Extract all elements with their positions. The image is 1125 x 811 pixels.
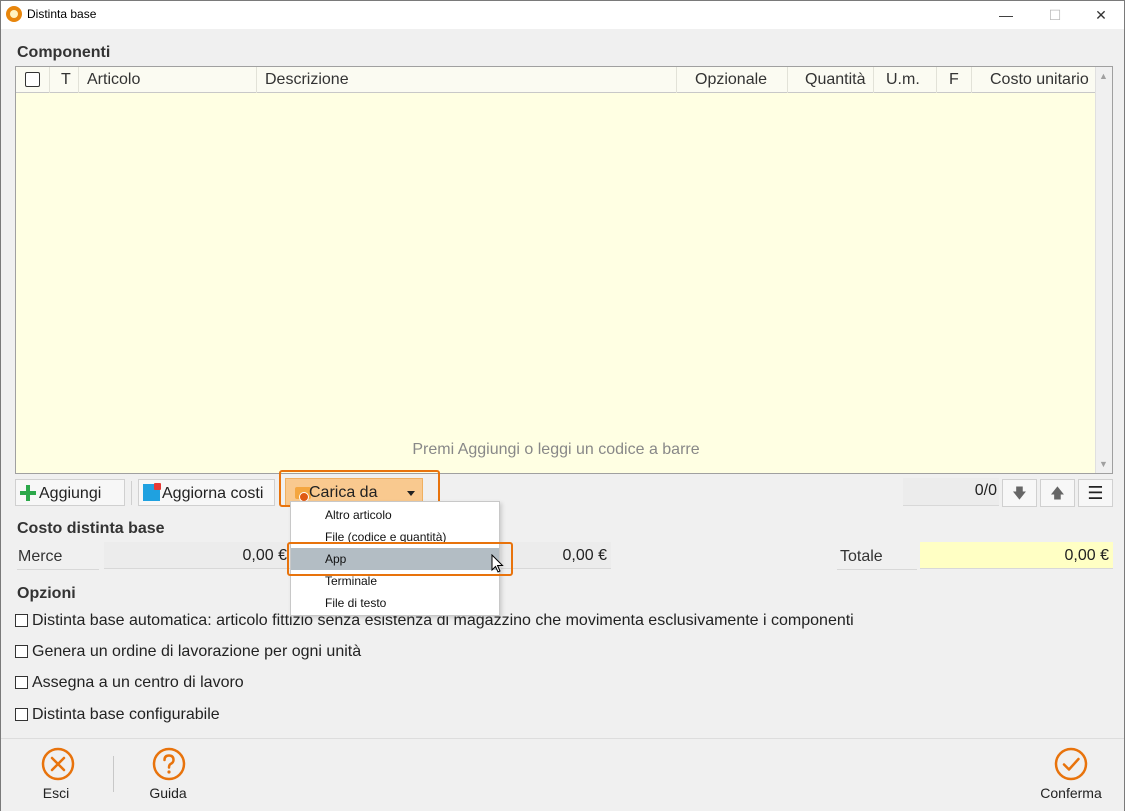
move-up-button[interactable]: 🡅 bbox=[1040, 479, 1075, 507]
column-header-description[interactable]: Descrizione bbox=[265, 71, 349, 89]
footer-bar: Esci Guida Conferma bbox=[1, 738, 1124, 811]
select-all-checkbox[interactable] bbox=[25, 72, 40, 87]
maximize-button[interactable]: ☐ bbox=[1032, 1, 1078, 29]
column-header-unit-cost[interactable]: Costo unitario bbox=[990, 71, 1089, 89]
work-order-checkbox[interactable] bbox=[15, 645, 28, 658]
mouse-cursor-icon bbox=[491, 554, 504, 573]
close-button[interactable]: ✕ bbox=[1078, 1, 1124, 29]
components-grid[interactable]: T Articolo Descrizione Opzionale Quantit… bbox=[15, 66, 1113, 474]
work-center-checkbox[interactable] bbox=[15, 676, 28, 689]
configurable-bom-label[interactable]: Distinta base configurabile bbox=[32, 706, 220, 724]
add-button[interactable]: Aggiungi bbox=[15, 479, 125, 506]
totale-label: Totale bbox=[840, 548, 883, 565]
work-order-label[interactable]: Genera un ordine di lavorazione per ogni… bbox=[32, 643, 361, 661]
scroll-up-icon[interactable]: ▲ bbox=[1099, 71, 1108, 81]
totale-field: 0,00 € bbox=[920, 542, 1113, 569]
exit-label[interactable]: Esci bbox=[23, 785, 89, 801]
scroll-down-icon[interactable]: ▼ bbox=[1099, 459, 1108, 469]
grid-scrollbar[interactable]: ▲ ▼ bbox=[1095, 67, 1112, 473]
arrow-down-icon: 🡇 bbox=[1012, 485, 1027, 501]
cost-secondary-field: 0,00 € bbox=[501, 542, 611, 569]
help-icon bbox=[152, 747, 186, 781]
components-section-title: Componenti bbox=[17, 44, 111, 61]
grid-empty-message: Premi Aggiungi o leggi un codice a barre bbox=[412, 441, 700, 458]
menu-item-text-file[interactable]: File di testo bbox=[291, 592, 499, 614]
move-down-button[interactable]: 🡇 bbox=[1002, 479, 1037, 507]
help-label[interactable]: Guida bbox=[135, 785, 201, 801]
row-counter: 0/0 bbox=[903, 478, 999, 506]
grid-header: T Articolo Descrizione Opzionale Quantit… bbox=[16, 67, 1096, 93]
app-item-highlight bbox=[287, 542, 513, 576]
arrow-up-icon: 🡅 bbox=[1050, 485, 1065, 501]
bom-window: Distinta base — ☐ ✕ Componenti T Articol… bbox=[0, 0, 1125, 811]
exit-button[interactable] bbox=[41, 747, 75, 781]
column-header-flag[interactable]: F bbox=[949, 71, 959, 89]
column-header-article[interactable]: Articolo bbox=[87, 71, 140, 89]
menu-button[interactable]: ☰ bbox=[1078, 479, 1113, 507]
column-header-optional[interactable]: Opzionale bbox=[695, 71, 767, 89]
confirm-icon bbox=[1054, 747, 1088, 781]
auto-bom-checkbox[interactable] bbox=[15, 614, 28, 627]
confirm-label[interactable]: Conferma bbox=[1031, 785, 1111, 801]
window-title: Distinta base bbox=[27, 7, 97, 21]
update-costs-button[interactable]: Aggiorna costi bbox=[138, 479, 275, 506]
column-header-type[interactable]: T bbox=[61, 71, 71, 89]
minimize-button[interactable]: — bbox=[983, 1, 1029, 29]
plus-icon bbox=[20, 485, 36, 501]
merce-label: Merce bbox=[18, 548, 63, 565]
configurable-bom-checkbox[interactable] bbox=[15, 708, 28, 721]
cost-section-title: Costo distinta base bbox=[17, 520, 165, 537]
column-header-quantity[interactable]: Quantità bbox=[805, 71, 865, 89]
work-center-label[interactable]: Assegna a un centro di lavoro bbox=[32, 674, 244, 692]
column-header-unit[interactable]: U.m. bbox=[886, 71, 920, 89]
merce-field: 0,00 € bbox=[104, 542, 291, 569]
confirm-button[interactable] bbox=[1054, 747, 1088, 781]
update-costs-icon bbox=[143, 483, 161, 501]
title-bar: Distinta base — ☐ ✕ bbox=[1, 1, 1124, 29]
help-button[interactable] bbox=[152, 747, 186, 781]
hamburger-menu-icon: ☰ bbox=[1087, 483, 1104, 503]
app-logo-icon bbox=[6, 6, 22, 22]
menu-item-other-article[interactable]: Altro articolo bbox=[291, 504, 499, 526]
exit-icon bbox=[41, 747, 75, 781]
options-section-title: Opzioni bbox=[17, 585, 76, 602]
